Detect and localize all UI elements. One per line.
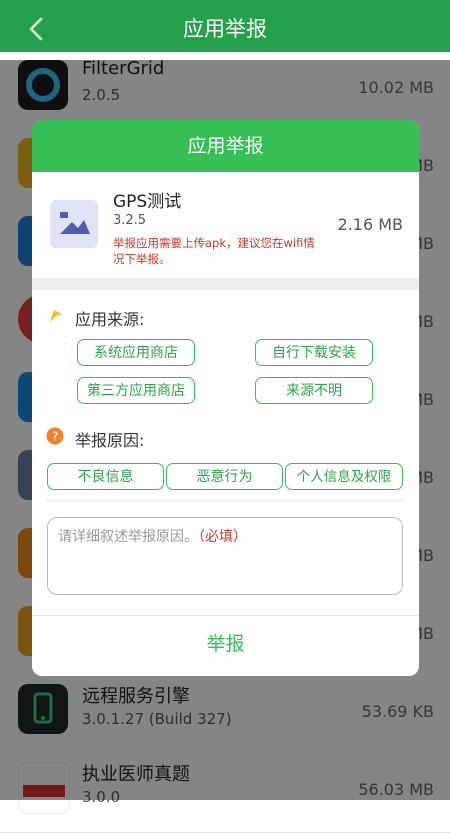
question-icon: ? [46, 427, 64, 445]
reason-option-privacy[interactable]: 个人信息及权限 [285, 463, 403, 490]
source-option-self-download[interactable]: 自行下载安装 [255, 339, 373, 366]
required-note: （必填） [198, 529, 247, 545]
reason-label: 举报原因: [75, 431, 145, 450]
app-name: GPS测试 [113, 192, 182, 212]
source-option-unknown[interactable]: 来源不明 [255, 377, 373, 404]
report-dialog: 应用举报 GPS测试 3.2.5 2.16 MB 举报应用需要上传apk，建议您… [32, 120, 419, 676]
app-size: 2.16 MB [337, 215, 404, 234]
gps-test-app-icon [50, 200, 98, 248]
pin-icon [50, 310, 62, 322]
reason-option-bad-info[interactable]: 不良信息 [47, 463, 164, 490]
dialog-title: 应用举报 [32, 120, 419, 172]
top-bar: 应用举报 [0, 0, 450, 60]
source-option-third-party-store[interactable]: 第三方应用商店 [77, 377, 195, 404]
page-title: 应用举报 [183, 17, 267, 41]
submit-report-button[interactable]: 举报 [32, 615, 419, 676]
app-version: 3.2.5 [113, 213, 147, 228]
divider [46, 500, 404, 501]
svg-text:?: ? [52, 430, 58, 444]
textarea-placeholder: 请详细叙述举报原因。 [58, 529, 198, 545]
reason-option-malicious[interactable]: 恶意行为 [166, 463, 283, 490]
section-separator [32, 278, 419, 290]
reason-textarea[interactable]: 请详细叙述举报原因。（必填） [47, 517, 403, 595]
source-label: 应用来源: [75, 310, 145, 329]
upload-warning: 举报应用需要上传apk，建议您在wifi情况下举报。 [113, 236, 315, 266]
source-option-system-store[interactable]: 系统应用商店 [77, 339, 195, 366]
